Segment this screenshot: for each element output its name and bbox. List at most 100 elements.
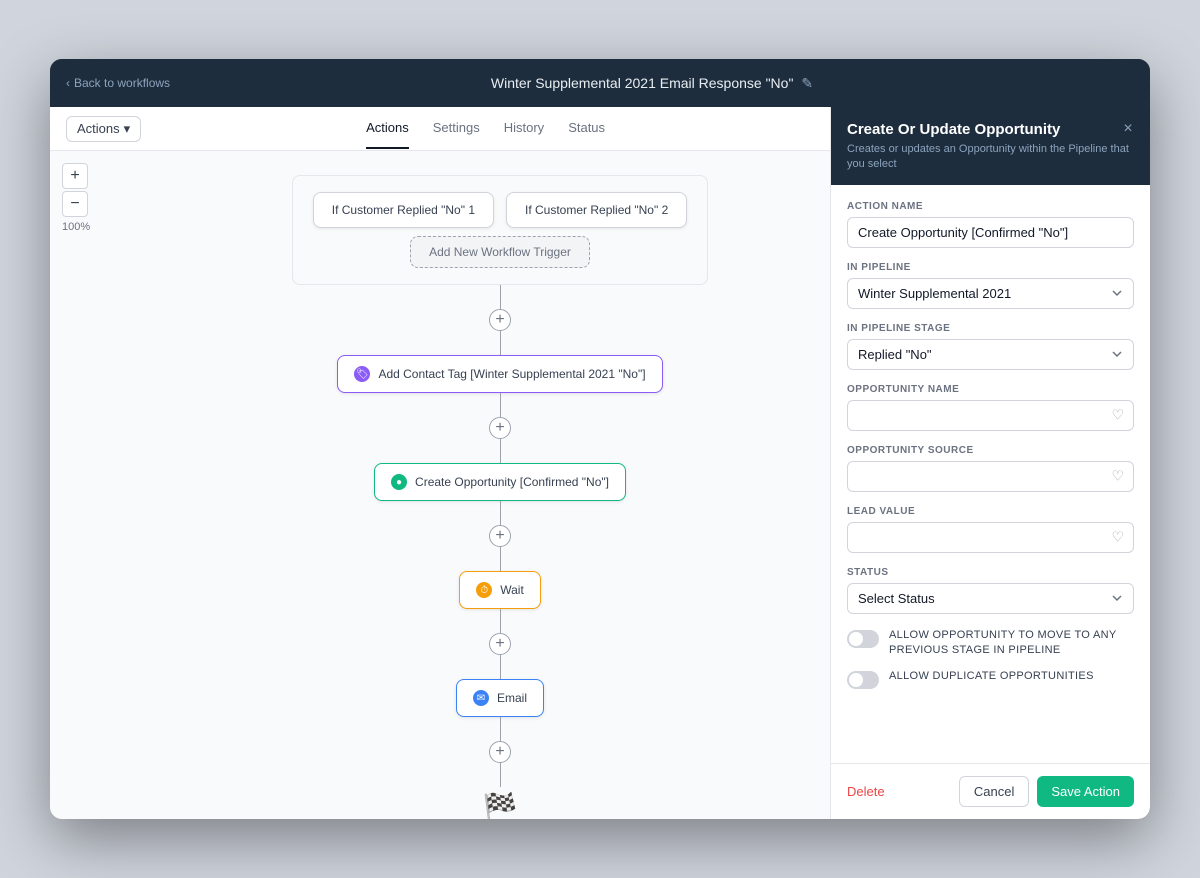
opportunity-name-label: OPPORTUNITY NAME bbox=[847, 384, 1134, 395]
tab-status[interactable]: Status bbox=[568, 108, 605, 149]
actions-dropdown-label: Actions bbox=[77, 121, 120, 136]
save-action-button[interactable]: Save Action bbox=[1037, 776, 1134, 807]
lead-value-field-icon: ♡ bbox=[1111, 529, 1124, 546]
add-node-button-1[interactable]: + bbox=[489, 309, 511, 331]
action-node-email[interactable]: ✉ Email bbox=[456, 679, 544, 717]
connector-line-3b bbox=[500, 547, 501, 571]
workflow-title-text: Winter Supplemental 2021 Email Response … bbox=[491, 75, 794, 91]
allow-previous-stage-toggle[interactable] bbox=[847, 630, 879, 648]
add-node-button-2[interactable]: + bbox=[489, 417, 511, 439]
lead-value-field-group: LEAD VALUE ♡ bbox=[847, 506, 1134, 553]
panel-close-button[interactable]: × bbox=[1118, 119, 1138, 139]
allow-duplicates-label: ALLOW DUPLICATE OPPORTUNITIES bbox=[889, 669, 1094, 684]
status-select[interactable]: Select Status bbox=[847, 583, 1134, 614]
zoom-in-button[interactable]: + bbox=[62, 163, 88, 189]
tabs: Actions Settings History Status bbox=[157, 108, 814, 149]
connector-line-5 bbox=[500, 717, 501, 741]
tab-settings[interactable]: Settings bbox=[433, 108, 480, 149]
back-link[interactable]: ‹ Back to workflows bbox=[66, 76, 170, 90]
in-pipeline-stage-select[interactable]: Replied "No" bbox=[847, 339, 1134, 370]
opportunity-node-label: Create Opportunity [Confirmed "No"] bbox=[415, 475, 609, 489]
in-pipeline-stage-field-group: IN PIPELINE STAGE Replied "No" bbox=[847, 323, 1134, 370]
connector-3: + bbox=[489, 501, 511, 571]
workflow-canvas: If Customer Replied "No" 1 If Customer R… bbox=[110, 151, 830, 819]
cancel-button[interactable]: Cancel bbox=[959, 776, 1029, 807]
workflow-title: Winter Supplemental 2021 Email Response … bbox=[170, 75, 1134, 92]
opportunity-source-field-icon: ♡ bbox=[1111, 468, 1124, 485]
screen-wrapper: ‹ Back to workflows Winter Supplemental … bbox=[50, 59, 1150, 819]
lead-value-input-wrapper: ♡ bbox=[847, 522, 1134, 553]
lead-value-input[interactable] bbox=[847, 522, 1134, 553]
connector-2: + bbox=[489, 393, 511, 463]
add-node-button-3[interactable]: + bbox=[489, 525, 511, 547]
zoom-level-label: 100% bbox=[62, 221, 90, 233]
opportunity-name-field-icon: ♡ bbox=[1111, 407, 1124, 424]
actions-dropdown-chevron-icon: ▾ bbox=[124, 121, 131, 137]
panel-footer: Delete Cancel Save Action bbox=[831, 763, 1150, 819]
delete-button[interactable]: Delete bbox=[847, 784, 885, 799]
connector-line-4 bbox=[500, 609, 501, 633]
main-area: Actions ▾ Actions Settings History Statu… bbox=[50, 107, 1150, 819]
connector-4: + bbox=[489, 609, 511, 679]
panel-title: Create Or Update Opportunity bbox=[847, 121, 1134, 138]
in-pipeline-stage-label: IN PIPELINE STAGE bbox=[847, 323, 1134, 334]
connector-line-2b bbox=[500, 439, 501, 463]
connector-line-4b bbox=[500, 655, 501, 679]
connector-line-1 bbox=[500, 285, 501, 309]
action-node-wait[interactable]: ⏱ Wait bbox=[459, 571, 541, 609]
top-bar: ‹ Back to workflows Winter Supplemental … bbox=[50, 59, 1150, 107]
allow-duplicates-toggle-row: ALLOW DUPLICATE OPPORTUNITIES bbox=[847, 669, 1134, 689]
email-node-label: Email bbox=[497, 691, 527, 705]
opportunity-source-input[interactable] bbox=[847, 461, 1134, 492]
zoom-out-button[interactable]: − bbox=[62, 191, 88, 217]
opportunity-icon: ● bbox=[391, 474, 407, 490]
add-node-button-4[interactable]: + bbox=[489, 633, 511, 655]
trigger-box-2[interactable]: If Customer Replied "No" 2 bbox=[506, 192, 687, 228]
right-panel: Create Or Update Opportunity Creates or … bbox=[830, 107, 1150, 819]
email-icon: ✉ bbox=[473, 690, 489, 706]
panel-body: ACTION NAME IN PIPELINE Winter Supplemen… bbox=[831, 185, 1150, 763]
wait-icon: ⏱ bbox=[476, 582, 492, 598]
action-name-field-group: ACTION NAME bbox=[847, 201, 1134, 248]
back-chevron-icon: ‹ bbox=[66, 76, 70, 90]
edit-icon[interactable]: ✎ bbox=[801, 75, 813, 92]
allow-duplicates-toggle[interactable] bbox=[847, 671, 879, 689]
opportunity-name-field-group: OPPORTUNITY NAME ♡ bbox=[847, 384, 1134, 431]
allow-previous-stage-toggle-row: ALLOW OPPORTUNITY TO MOVE TO ANY PREVIOU… bbox=[847, 628, 1134, 659]
end-flag: 🏁 bbox=[483, 791, 518, 819]
canvas-viewport[interactable]: + − 100% If Customer Replied "No" 1 If C… bbox=[50, 151, 830, 819]
opportunity-source-field-group: OPPORTUNITY SOURCE ♡ bbox=[847, 445, 1134, 492]
trigger-row: If Customer Replied "No" 1 If Customer R… bbox=[313, 192, 688, 228]
add-trigger-button[interactable]: Add New Workflow Trigger bbox=[410, 236, 590, 268]
tab-actions[interactable]: Actions bbox=[366, 108, 409, 149]
connector-line-2 bbox=[500, 393, 501, 417]
connector-1: + bbox=[489, 285, 511, 355]
trigger-wrapper: If Customer Replied "No" 1 If Customer R… bbox=[292, 175, 709, 285]
allow-previous-stage-label: ALLOW OPPORTUNITY TO MOVE TO ANY PREVIOU… bbox=[889, 628, 1134, 659]
panel-subtitle: Creates or updates an Opportunity within… bbox=[847, 142, 1134, 173]
connector-line-5b bbox=[500, 763, 501, 787]
action-name-input[interactable] bbox=[847, 217, 1134, 248]
footer-actions: Cancel Save Action bbox=[959, 776, 1134, 807]
in-pipeline-field-group: IN PIPELINE Winter Supplemental 2021 bbox=[847, 262, 1134, 309]
trigger-box-1[interactable]: If Customer Replied "No" 1 bbox=[313, 192, 494, 228]
opportunity-name-input[interactable] bbox=[847, 400, 1134, 431]
connector-line-3 bbox=[500, 501, 501, 525]
back-link-label: Back to workflows bbox=[74, 76, 170, 90]
tab-history[interactable]: History bbox=[504, 108, 544, 149]
tag-node-label: Add Contact Tag [Winter Supplemental 202… bbox=[378, 367, 645, 381]
action-node-tag[interactable]: 🏷 Add Contact Tag [Winter Supplemental 2… bbox=[337, 355, 662, 393]
wait-node-label: Wait bbox=[500, 583, 524, 597]
opportunity-source-input-wrapper: ♡ bbox=[847, 461, 1134, 492]
connector-line-1b bbox=[500, 331, 501, 355]
canvas-area: Actions ▾ Actions Settings History Statu… bbox=[50, 107, 830, 819]
zoom-controls: + − 100% bbox=[62, 163, 90, 233]
add-node-button-5[interactable]: + bbox=[489, 741, 511, 763]
actions-dropdown-button[interactable]: Actions ▾ bbox=[66, 116, 141, 142]
tag-icon: 🏷 bbox=[354, 366, 370, 382]
opportunity-name-input-wrapper: ♡ bbox=[847, 400, 1134, 431]
action-node-opportunity[interactable]: ● Create Opportunity [Confirmed "No"] bbox=[374, 463, 626, 501]
in-pipeline-select[interactable]: Winter Supplemental 2021 bbox=[847, 278, 1134, 309]
tab-bar: Actions ▾ Actions Settings History Statu… bbox=[50, 107, 830, 151]
opportunity-source-label: OPPORTUNITY SOURCE bbox=[847, 445, 1134, 456]
